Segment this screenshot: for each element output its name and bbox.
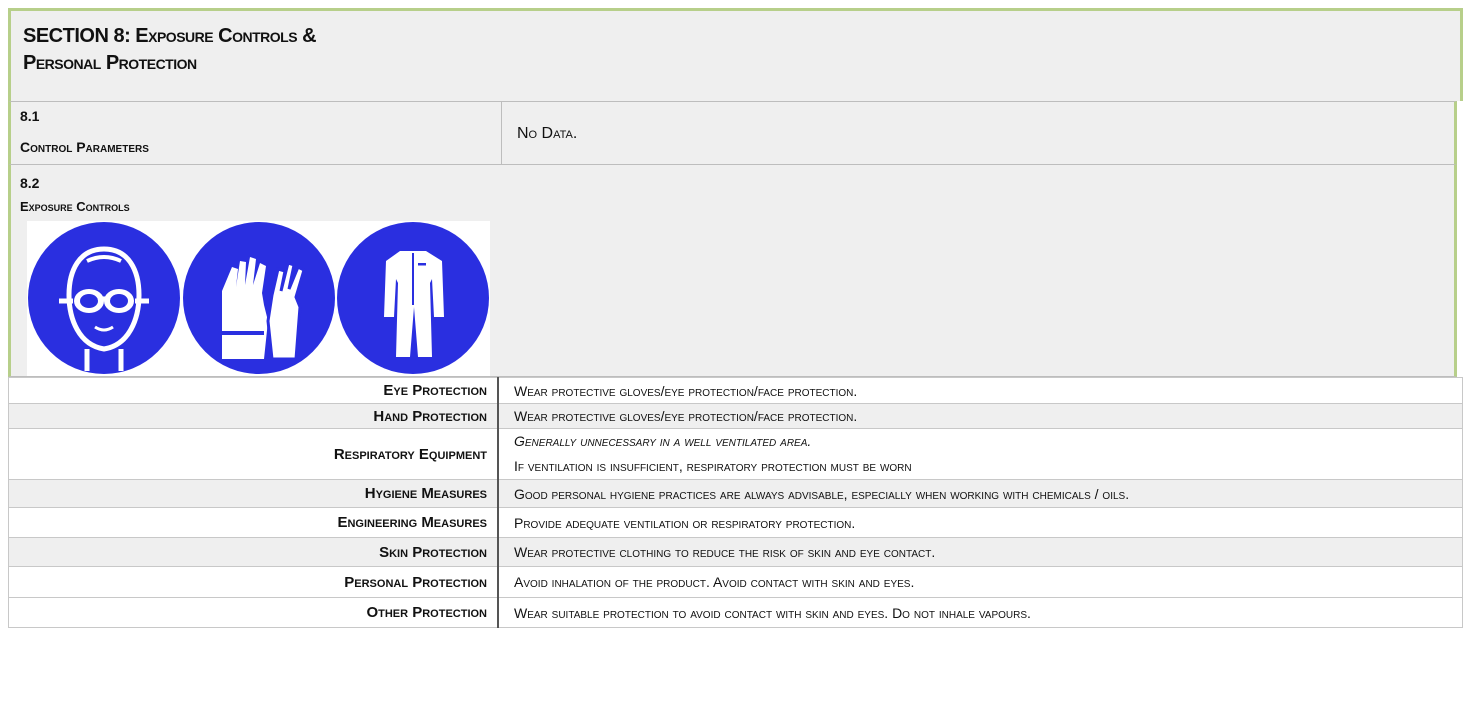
row-value: Provide adequate ventilation or respirat…: [497, 507, 1463, 538]
protective-clothing-icon: [337, 222, 489, 374]
row-value-cell: Generally unnecessary in a well ventilat…: [497, 428, 1463, 480]
control-parameters-value: No Data.: [517, 125, 578, 142]
row-label: Engineering Measures: [8, 507, 499, 538]
row-label: Hand Protection: [8, 403, 499, 429]
row-value-line2: If ventilation is insufficient, respirat…: [514, 458, 912, 474]
exposure-controls-row: 8.2 Exposure Controls: [8, 165, 1457, 377]
table-row: Other Protection Wear suitable protectio…: [8, 597, 1463, 628]
ppe-pictograms: [27, 221, 490, 376]
row-value: Generally unnecessary in a well ventilat…: [514, 433, 812, 449]
row-label: Personal Protection: [8, 566, 499, 598]
subsection-number: 8.1: [20, 108, 40, 124]
subsection-title: Exposure Controls: [20, 199, 130, 214]
section-header: SECTION 8: Exposure Controls & Personal …: [8, 8, 1463, 101]
control-parameters-row: 8.1 Control Parameters No Data.: [8, 101, 1457, 165]
subsection-title: Control Parameters: [20, 139, 149, 155]
row-label: Skin Protection: [8, 537, 499, 567]
table-row: Skin Protection Wear protective clothing…: [8, 537, 1463, 567]
sds-section-8: SECTION 8: Exposure Controls & Personal …: [8, 8, 1463, 701]
row-label: Other Protection: [8, 597, 499, 628]
row-value: Wear protective clothing to reduce the r…: [497, 537, 1463, 567]
control-parameters-label-cell: 8.1 Control Parameters: [11, 102, 502, 164]
table-row: Hand Protection Wear protective gloves/e…: [8, 403, 1463, 429]
row-value: Wear protective gloves/eye protection/fa…: [497, 403, 1463, 429]
table-row: Personal Protection Avoid inhalation of …: [8, 566, 1463, 598]
eye-protection-icon: [28, 222, 180, 374]
row-value: Avoid inhalation of the product. Avoid c…: [497, 566, 1463, 598]
gloves-icon: [183, 222, 335, 374]
row-label: Hygiene Measures: [8, 479, 499, 508]
row-label: Respiratory Equipment: [8, 428, 499, 480]
section-title-line1: SECTION 8: Exposure Controls &: [23, 25, 317, 47]
section-title-line2: Personal Protection: [23, 52, 197, 74]
row-value: Wear suitable protection to avoid contac…: [497, 597, 1463, 628]
row-label: Eye Protection: [8, 377, 499, 404]
table-row: Engineering Measures Provide adequate ve…: [8, 507, 1463, 538]
table-row: Hygiene Measures Good personal hygiene p…: [8, 479, 1463, 508]
table-row: Eye Protection Wear protective gloves/ey…: [8, 377, 1463, 404]
subsection-number: 8.2: [20, 175, 40, 191]
section-title: SECTION 8: Exposure Controls & Personal …: [23, 23, 317, 77]
ppe-table: Eye Protection Wear protective gloves/ey…: [8, 377, 1463, 628]
table-row: Respiratory Equipment Generally unnecess…: [8, 428, 1463, 480]
row-value: Good personal hygiene practices are alwa…: [497, 479, 1463, 508]
row-value: Wear protective gloves/eye protection/fa…: [497, 377, 1463, 404]
